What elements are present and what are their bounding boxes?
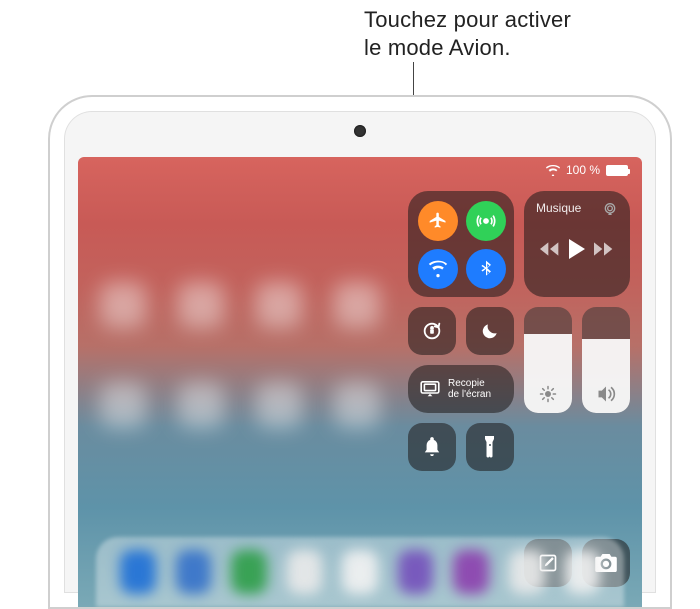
bluetooth-toggle[interactable] — [466, 249, 506, 289]
flashlight-icon — [484, 436, 496, 458]
home-row-blur-1 — [100, 282, 620, 328]
bell-icon — [423, 437, 441, 457]
airplay-audio-icon[interactable] — [602, 201, 618, 217]
camera-shortcut[interactable] — [582, 539, 630, 587]
do-not-disturb-toggle[interactable] — [466, 307, 514, 355]
quick-note-button[interactable] — [524, 539, 572, 587]
moon-icon — [480, 321, 500, 341]
note-icon — [538, 553, 558, 573]
flashlight-toggle[interactable] — [466, 423, 514, 471]
camera-icon — [595, 554, 617, 572]
previous-track-icon[interactable] — [540, 242, 560, 256]
rotation-lock-toggle[interactable] — [408, 307, 456, 355]
play-icon[interactable] — [568, 239, 586, 259]
screen-mirror-icon — [420, 381, 440, 397]
airdrop-toggle[interactable] — [466, 201, 506, 241]
control-center: Musique — [402, 185, 632, 593]
dock-blur — [96, 537, 624, 607]
airdrop-icon — [476, 211, 496, 231]
bluetooth-icon — [476, 259, 496, 279]
airplane-icon — [428, 211, 448, 231]
volume-icon — [596, 385, 616, 403]
front-camera — [354, 125, 366, 137]
wifi-toggle[interactable] — [418, 249, 458, 289]
mute-toggle[interactable] — [408, 423, 456, 471]
battery-percentage: 100 % — [566, 163, 600, 177]
brightness-slider[interactable] — [524, 307, 572, 413]
music-app-label: Musique — [536, 201, 581, 215]
wifi-icon — [428, 259, 448, 279]
airplane-mode-toggle[interactable] — [418, 201, 458, 241]
ipad-device-frame: 100 % — [48, 95, 672, 609]
home-row-blur-2 — [100, 382, 620, 428]
connectivity-group[interactable] — [408, 191, 514, 297]
status-bar: 100 % — [546, 163, 628, 177]
music-widget[interactable]: Musique — [524, 191, 630, 297]
rotation-lock-icon — [421, 320, 443, 342]
screen-mirroring-button[interactable]: Recopie de l'écran — [408, 365, 514, 413]
next-track-icon[interactable] — [594, 242, 614, 256]
battery-icon — [606, 165, 628, 176]
ipad-screen: 100 % — [78, 157, 642, 607]
wifi-status-icon — [546, 165, 560, 176]
screen-mirroring-label: Recopie de l'écran — [448, 378, 491, 401]
callout-airplane-mode: Touchez pour activer le mode Avion. — [364, 6, 571, 61]
volume-slider[interactable] — [582, 307, 630, 413]
brightness-icon — [539, 385, 557, 403]
